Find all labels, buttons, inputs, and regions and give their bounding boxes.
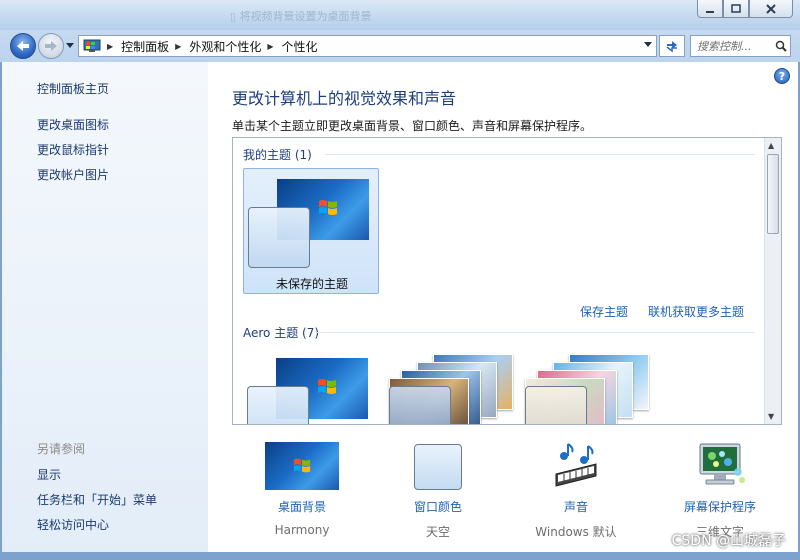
aero-themes-group-label[interactable]: Aero 主题 (7) (243, 324, 319, 341)
desktop-background-value: Harmony (274, 523, 330, 537)
control-panel-home-link[interactable]: 控制面板主页 (37, 80, 109, 97)
back-arrow-icon (17, 41, 29, 51)
change-mouse-pointers-link[interactable]: 更改鼠标指针 (37, 141, 109, 158)
change-desktop-icons-link[interactable]: 更改桌面图标 (37, 116, 109, 133)
address-dropdown-icon[interactable] (644, 42, 652, 47)
windows-logo-icon (293, 458, 311, 473)
my-themes-group-label[interactable]: 我的主题 (1) (243, 146, 312, 163)
navigation-bar: ▶ 控制面板 ▶ 外观和个性化 ▶ 个性化 (0, 30, 800, 62)
sounds-item[interactable]: 声音 Windows 默认 (524, 442, 628, 540)
sounds-label: 声音 (563, 500, 588, 514)
forward-button[interactable] (38, 33, 64, 59)
search-box[interactable] (690, 35, 791, 57)
ease-of-access-center-link[interactable]: 轻松访问中心 (37, 516, 109, 533)
theme-name-unsaved: 未保存的主题 (275, 277, 348, 291)
theme-tile-architecture[interactable] (383, 348, 519, 424)
group-divider (325, 154, 755, 155)
glass-color-preview (247, 386, 309, 424)
search-icon[interactable] (775, 40, 787, 52)
get-more-themes-link[interactable]: 联机获取更多主题 (648, 303, 744, 320)
watermark: CSDN @山城磊子 (671, 533, 786, 549)
breadcrumb-separator-icon[interactable]: ▶ (107, 42, 113, 51)
themes-scrollbar[interactable]: ▲ ▼ (764, 138, 781, 424)
display-link[interactable]: 显示 (37, 466, 61, 483)
theme-tile-characters[interactable] (519, 348, 655, 424)
maximize-icon (731, 3, 741, 13)
scroll-down-icon[interactable]: ▼ (768, 412, 774, 421)
content-area: 控制面板主页 更改桌面图标 更改鼠标指针 更改帐户图片 另请参阅 显示 任务栏和… (2, 62, 798, 552)
search-input[interactable] (697, 39, 773, 53)
title-bar: ▯ 将视频背景设置为桌面背景 (0, 0, 800, 30)
window-buttons (697, 0, 793, 18)
main-panel: ? 更改计算机上的视觉效果和声音 单击某个主题立即更改桌面背景、窗口颜色、声音和… (208, 62, 798, 552)
refresh-button[interactable] (659, 35, 685, 57)
glass-color-preview (389, 386, 451, 424)
scroll-thumb[interactable] (767, 154, 779, 234)
sounds-value: Windows 默认 (535, 525, 617, 539)
windows-logo-icon (319, 200, 337, 215)
help-icon[interactable]: ? (774, 68, 790, 84)
scroll-up-icon[interactable]: ▲ (768, 141, 774, 150)
forward-arrow-icon (45, 41, 57, 51)
recent-pages-dropdown-icon[interactable] (66, 43, 74, 48)
background-title-text: ▯ 将视频背景设置为桌面背景 (230, 10, 372, 23)
breadcrumb-personalization[interactable]: 个性化 (282, 38, 318, 55)
back-button[interactable] (10, 33, 36, 59)
theme-tile-unsaved[interactable]: 未保存的主题 (243, 168, 379, 294)
breadcrumb-separator-icon[interactable]: ▶ (175, 42, 181, 51)
minimize-button[interactable] (697, 0, 723, 18)
glass-color-preview (525, 386, 587, 424)
breadcrumb-separator-icon[interactable]: ▶ (267, 42, 273, 51)
page-title: 更改计算机上的视觉效果和声音 (232, 89, 457, 108)
themes-list: 我的主题 (1) 未保存的主题 保存主题 联机获取更多主题 Aero 主题 (7… (232, 137, 782, 425)
window-color-value: 天空 (425, 525, 450, 539)
window-color-label: 窗口颜色 (413, 500, 462, 514)
breadcrumb-appearance[interactable]: 外观和个性化 (189, 38, 261, 55)
save-theme-link[interactable]: 保存主题 (580, 303, 628, 320)
sound-icon (555, 443, 597, 487)
windows-logo-icon (318, 379, 336, 394)
minimize-icon (706, 10, 714, 13)
wallpaper-icon (265, 442, 339, 490)
screen-saver-label: 屏幕保护程序 (683, 500, 756, 514)
screensaver-icon (699, 443, 745, 485)
change-account-picture-link[interactable]: 更改帐户图片 (37, 166, 109, 183)
task-pane: 控制面板主页 更改桌面图标 更改鼠标指针 更改帐户图片 另请参阅 显示 任务栏和… (2, 62, 208, 552)
close-icon (766, 3, 776, 14)
breadcrumb-control-panel[interactable]: 控制面板 (121, 38, 169, 55)
page-description: 单击某个主题立即更改桌面背景、窗口颜色、声音和屏幕保护程序。 (232, 119, 593, 133)
window-color-icon (414, 444, 462, 490)
glass-color-preview (248, 207, 310, 268)
taskbar-start-menu-link[interactable]: 任务栏和「开始」菜单 (37, 491, 157, 508)
theme-tile-windows7[interactable] (243, 348, 379, 424)
desktop-background-label: 桌面背景 (277, 500, 326, 514)
address-bar[interactable]: ▶ 控制面板 ▶ 外观和个性化 ▶ 个性化 (78, 35, 657, 57)
group-divider (317, 332, 755, 333)
window-color-item[interactable]: 窗口颜色 天空 (388, 442, 488, 540)
control-panel-icon (83, 39, 101, 52)
screen-saver-item[interactable]: 屏幕保护程序 三维文字 (664, 442, 776, 540)
close-button[interactable] (749, 0, 793, 18)
maximize-button[interactable] (723, 0, 749, 18)
see-also-heading: 另请参阅 (37, 442, 86, 456)
refresh-icon (666, 41, 677, 53)
desktop-background-item[interactable]: 桌面背景 Harmony (242, 442, 362, 537)
